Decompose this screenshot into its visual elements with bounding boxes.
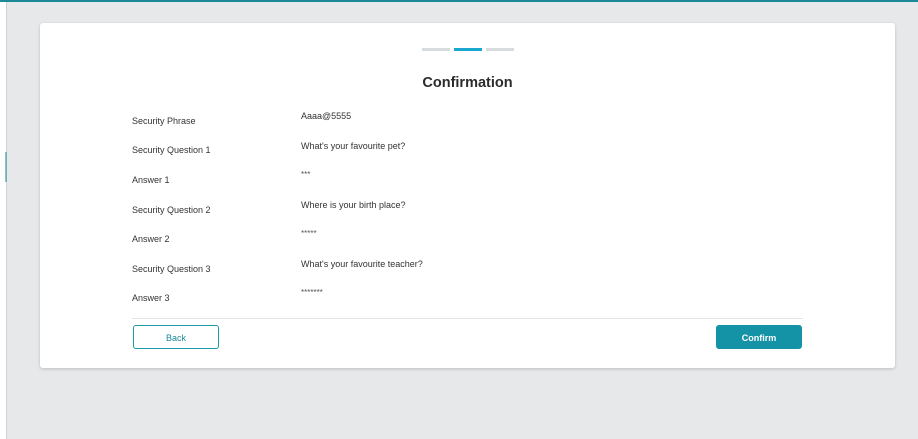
actions-divider [132, 318, 803, 319]
left-edge-panel [0, 2, 7, 439]
security-question-2-label: Security Question 2 [132, 205, 211, 215]
security-question-3-label: Security Question 3 [132, 264, 211, 274]
security-phrase-value: Aaaa@5555 [301, 111, 352, 121]
top-accent-bar [0, 0, 918, 2]
answer-2-label: Answer 2 [132, 234, 170, 244]
answer-3-value: ******* [301, 288, 323, 297]
step-indicator-1 [422, 48, 450, 51]
security-question-2-value: Where is your birth place? [301, 200, 406, 210]
back-button[interactable]: Back [133, 325, 219, 349]
page-title: Confirmation [422, 75, 513, 91]
step-indicator-2 [454, 48, 482, 51]
answer-1-value: *** [301, 170, 311, 179]
answer-3-label: Answer 3 [132, 293, 170, 303]
answer-1-label: Answer 1 [132, 175, 170, 185]
progress-stepper [422, 48, 514, 51]
step-indicator-3 [486, 48, 514, 51]
security-phrase-label: Security Phrase [132, 116, 196, 126]
confirm-button[interactable]: Confirm [716, 325, 802, 349]
security-question-3-value: What's your favourite teacher? [301, 259, 423, 269]
security-question-1-label: Security Question 1 [132, 145, 211, 155]
security-question-1-value: What's your favourite pet? [301, 141, 406, 151]
confirmation-card: Confirmation Security Phrase Aaaa@5555 S… [40, 23, 895, 368]
answer-2-value: ***** [301, 229, 317, 238]
left-edge-marker [5, 152, 7, 182]
